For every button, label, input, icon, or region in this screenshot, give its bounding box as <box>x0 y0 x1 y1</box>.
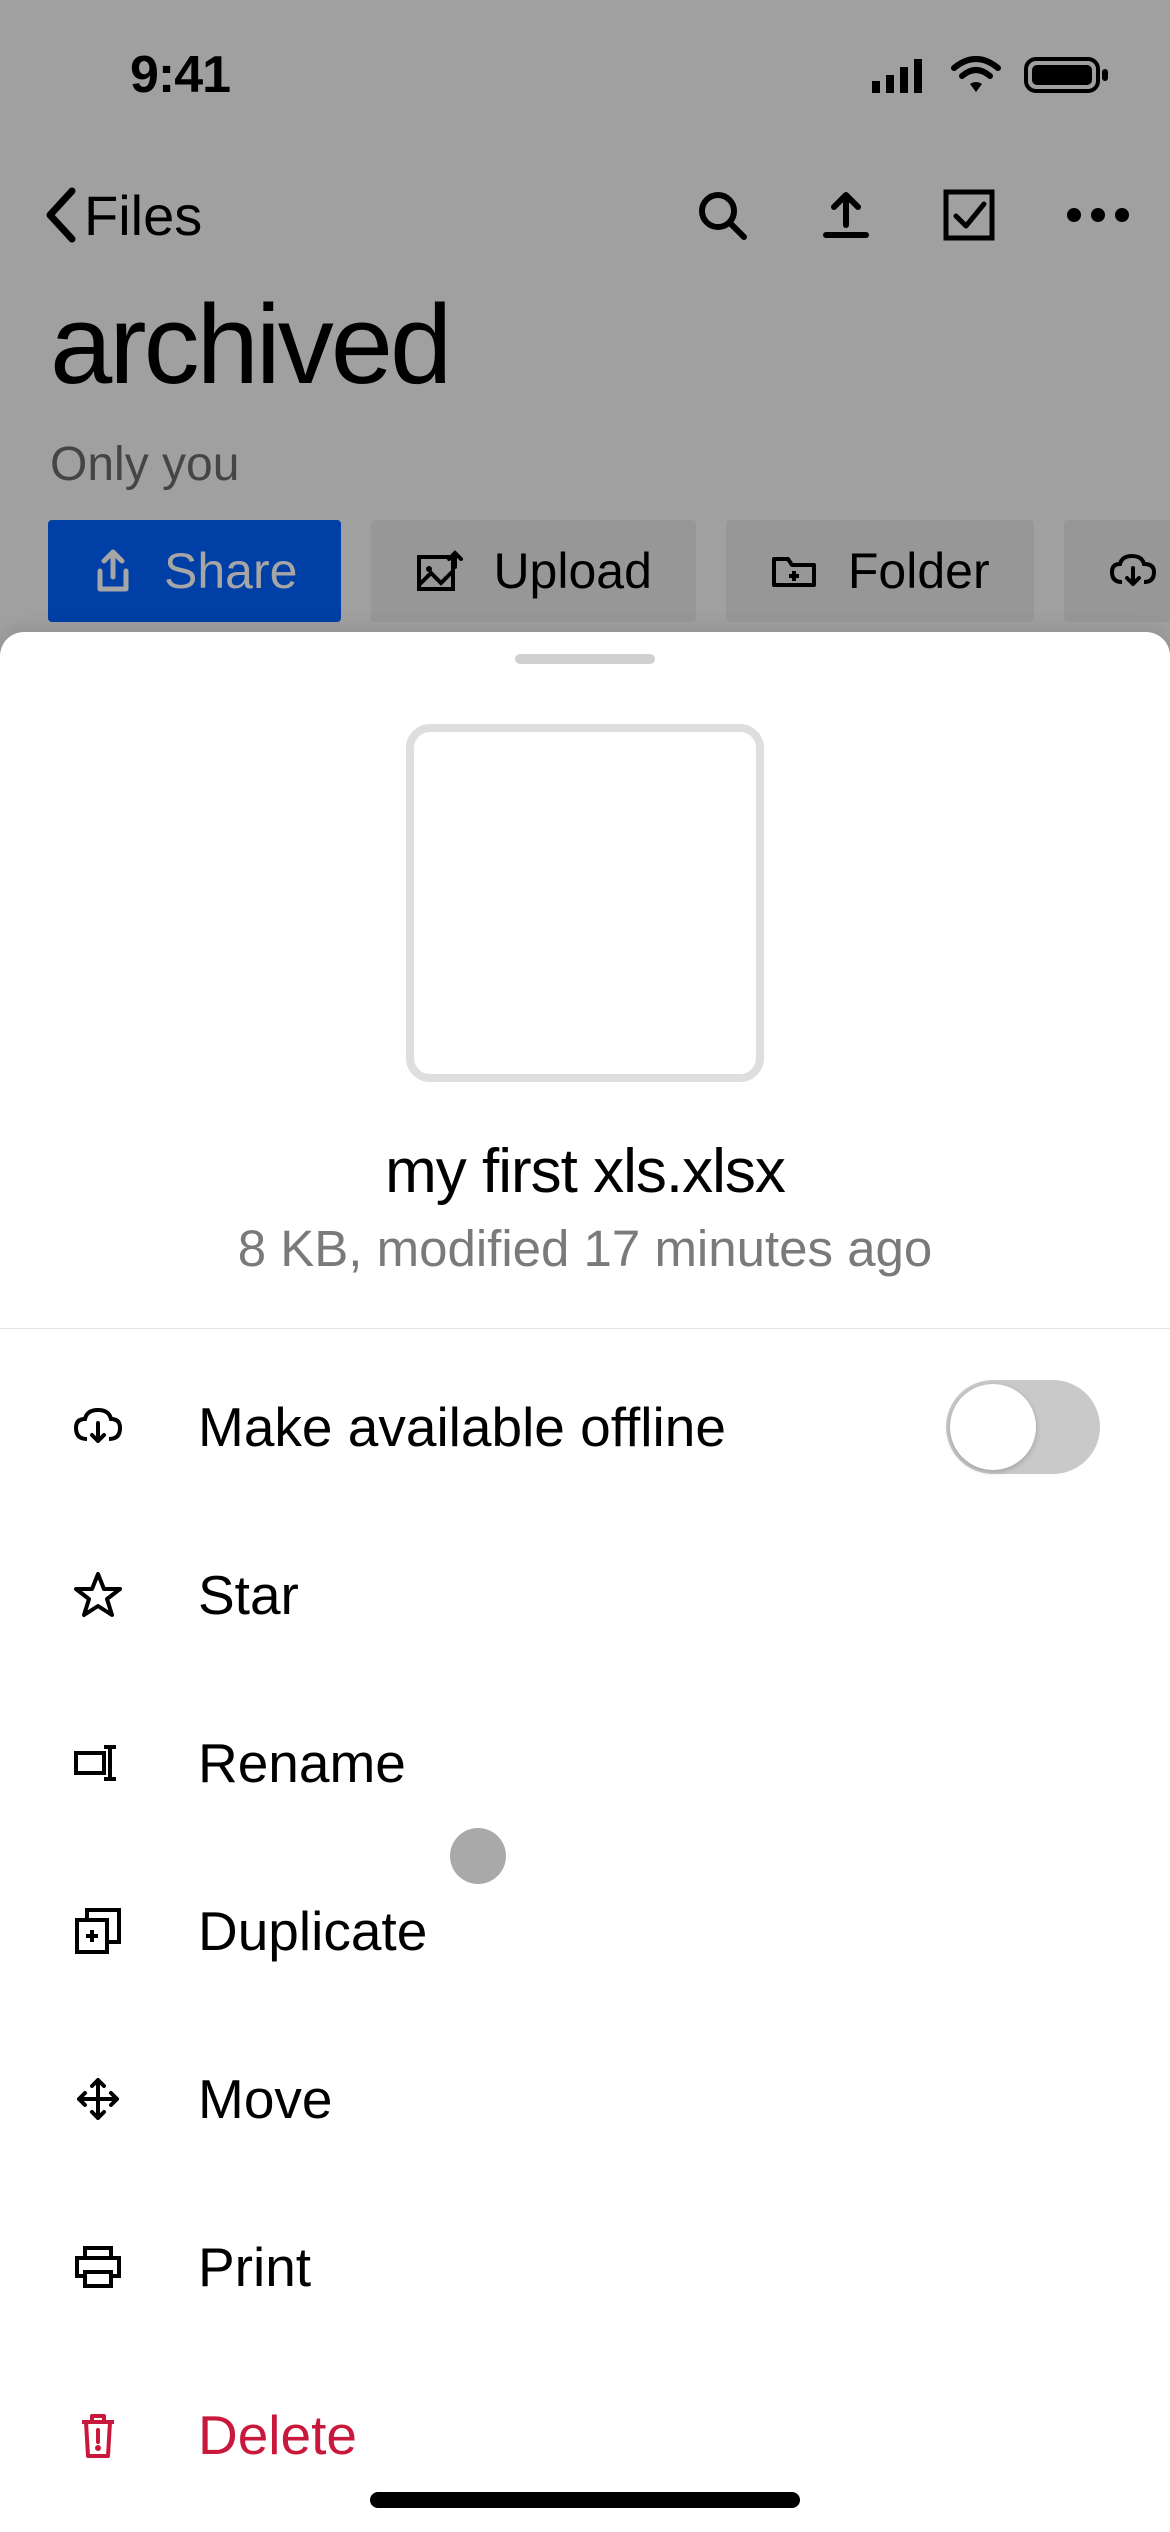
touch-indicator <box>450 1828 506 1884</box>
menu-item-rename[interactable]: Rename <box>0 1679 1170 1847</box>
file-name: my first xls.xlsx <box>0 1136 1170 1207</box>
trash-icon <box>70 2407 126 2463</box>
move-icon <box>70 2071 126 2127</box>
duplicate-icon <box>70 1903 126 1959</box>
menu-item-duplicate[interactable]: Duplicate <box>0 1847 1170 2015</box>
file-meta: 8 KB, modified 17 minutes ago <box>0 1219 1170 1278</box>
menu-label: Delete <box>198 2403 357 2467</box>
divider <box>0 1328 1170 1329</box>
star-icon <box>70 1567 126 1623</box>
menu-label: Print <box>198 2235 311 2299</box>
menu-item-move[interactable]: Move <box>0 2015 1170 2183</box>
action-menu: Make available offline Star Rename Dupli… <box>0 1343 1170 2519</box>
menu-label: Move <box>198 2067 333 2131</box>
print-icon <box>70 2239 126 2295</box>
offline-toggle[interactable] <box>946 1380 1100 1474</box>
menu-label: Make available offline <box>198 1395 726 1459</box>
menu-label: Duplicate <box>198 1899 427 1963</box>
home-indicator[interactable] <box>370 2492 800 2508</box>
menu-item-star[interactable]: Star <box>0 1511 1170 1679</box>
menu-item-print[interactable]: Print <box>0 2183 1170 2351</box>
sheet-grab-handle[interactable] <box>515 654 655 664</box>
file-thumbnail <box>406 724 764 1082</box>
cloud-offline-icon <box>70 1399 126 1455</box>
menu-label: Rename <box>198 1731 406 1795</box>
file-actions-sheet: my first xls.xlsx 8 KB, modified 17 minu… <box>0 632 1170 2532</box>
menu-item-offline[interactable]: Make available offline <box>0 1343 1170 1511</box>
rename-icon <box>70 1735 126 1791</box>
menu-label: Star <box>198 1563 299 1627</box>
